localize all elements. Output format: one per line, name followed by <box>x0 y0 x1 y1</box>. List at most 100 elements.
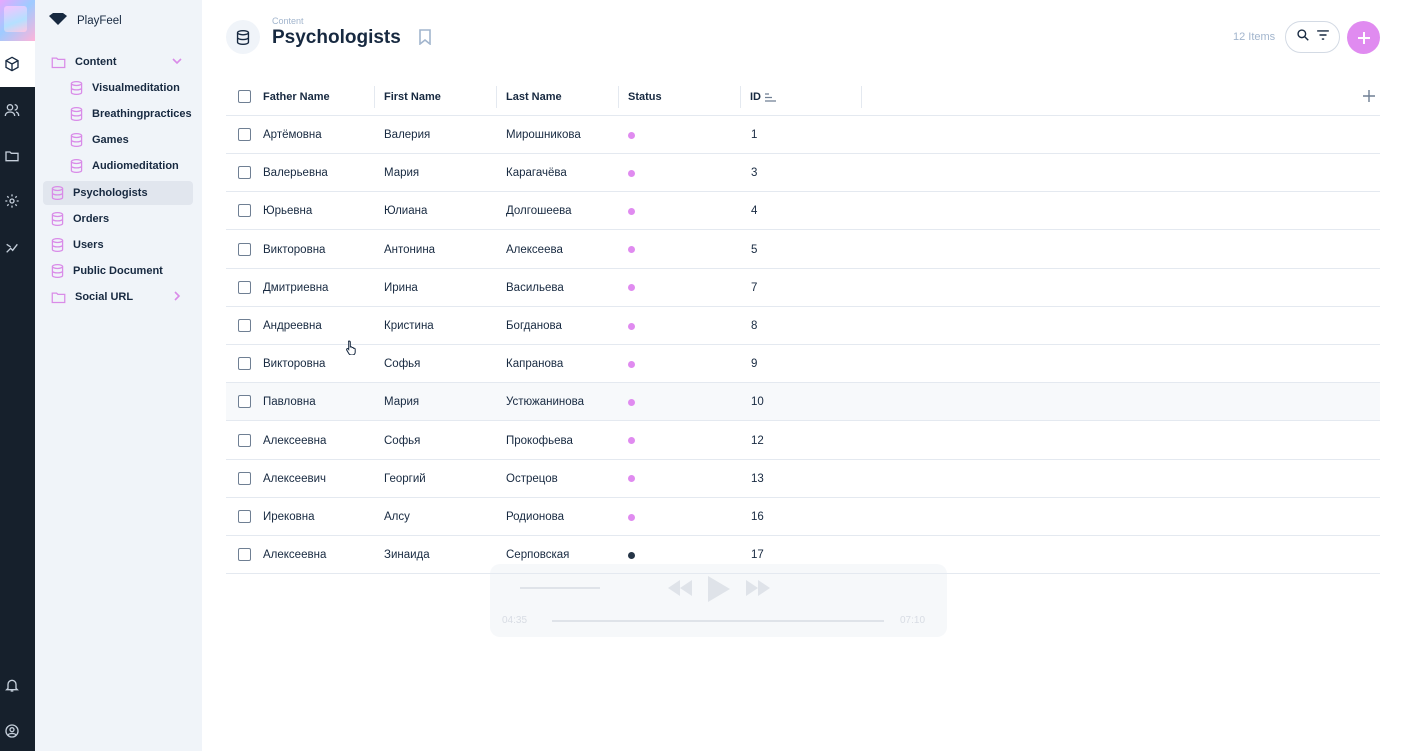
column-divider[interactable] <box>750 86 862 108</box>
column-divider[interactable] <box>506 86 619 108</box>
cell-father-name: Алексеевна <box>263 434 327 447</box>
status-dot-icon <box>628 513 635 521</box>
table-row[interactable]: Валерьевна Мария Карагачёва 3 <box>226 154 1380 193</box>
cell-first-name: Антонина <box>384 243 436 256</box>
media-progress-bar[interactable] <box>552 620 884 622</box>
search-icon[interactable] <box>1296 28 1310 47</box>
fast-forward-icon[interactable] <box>746 580 770 596</box>
cell-status <box>628 307 635 345</box>
search-filter-pill[interactable] <box>1285 21 1340 53</box>
rewind-icon[interactable] <box>668 580 692 596</box>
row-checkbox[interactable] <box>238 433 251 447</box>
nav-item-label: Games <box>92 134 129 146</box>
row-checkbox[interactable] <box>238 471 251 485</box>
play-icon[interactable] <box>708 576 730 602</box>
cell-first-name: Софья <box>384 358 421 371</box>
folder-icon <box>51 292 66 303</box>
table-row[interactable]: Павловна Мария Устюжанинова 10 <box>226 383 1380 422</box>
project-brand[interactable]: PlayFeel <box>35 0 202 41</box>
account-circle-icon[interactable] <box>3 722 21 740</box>
media-elapsed-time: 04:35 <box>502 615 528 626</box>
content-cube-icon[interactable] <box>3 55 21 73</box>
column-divider[interactable] <box>384 86 497 108</box>
status-dot-icon <box>628 131 635 139</box>
nav-item-label: Content <box>75 56 117 68</box>
nav-item-social-url[interactable]: Social URL <box>43 285 193 309</box>
cell-id: 16 <box>751 511 764 523</box>
create-item-button[interactable] <box>1347 21 1380 54</box>
cell-id: 9 <box>751 358 758 371</box>
insights-icon[interactable] <box>3 238 21 256</box>
row-checkbox[interactable] <box>238 280 251 294</box>
row-checkbox[interactable] <box>238 319 251 332</box>
column-divider[interactable] <box>263 86 375 108</box>
table-row[interactable]: Викторовна Софья Капранова 9 <box>226 345 1380 384</box>
table-row[interactable]: Артёмовна Валерия Мирошникова 1 <box>226 116 1380 154</box>
nav-item-games[interactable]: Games <box>62 128 193 152</box>
cell-father-name: Андреевна <box>263 320 322 332</box>
table-row[interactable]: Андреевна Кристина Богданова 8 <box>226 307 1380 345</box>
volume-slider[interactable] <box>520 587 600 589</box>
cell-last-name: Родионова <box>506 511 564 523</box>
cell-status <box>628 422 635 460</box>
cell-father-name: Валерьевна <box>263 167 328 180</box>
cell-father-name: Павловна <box>263 396 316 409</box>
cell-first-name: Ирина <box>384 281 418 294</box>
breadcrumb[interactable]: Content <box>272 16 304 26</box>
project-logo[interactable] <box>0 0 35 41</box>
chevron-right-icon[interactable] <box>171 290 183 302</box>
database-icon <box>70 133 83 147</box>
filter-icon[interactable] <box>1316 28 1330 46</box>
cell-father-name: Ирековна <box>263 511 315 523</box>
row-checkbox[interactable] <box>238 242 251 256</box>
nav-item-psychologists[interactable]: Psychologists <box>43 181 193 205</box>
bell-icon[interactable] <box>3 676 21 694</box>
add-field-icon[interactable] <box>1362 89 1376 108</box>
cell-last-name: Карагачёва <box>506 167 567 180</box>
folder-icon[interactable] <box>3 147 21 165</box>
table-row[interactable]: Викторовна Антонина Алексеева 5 <box>226 231 1380 269</box>
nav-item-users[interactable]: Users <box>43 233 193 257</box>
cell-status <box>628 460 635 498</box>
chevron-down-icon[interactable] <box>171 55 183 67</box>
cell-status <box>628 498 635 536</box>
cell-first-name: Георгий <box>384 472 426 485</box>
cell-last-name: Устюжанинова <box>506 396 585 409</box>
nav-item-breathingpractices[interactable]: Breathingpractices <box>62 102 193 126</box>
cell-status <box>628 269 635 307</box>
row-checkbox[interactable] <box>238 204 251 218</box>
row-checkbox[interactable] <box>238 548 251 562</box>
nav-item-orders[interactable]: Orders <box>43 207 193 231</box>
cell-father-name: Артёмовна <box>263 129 322 141</box>
database-icon <box>51 238 64 252</box>
cell-last-name: Мирошникова <box>506 129 581 141</box>
row-checkbox[interactable] <box>238 166 251 180</box>
users-icon[interactable] <box>3 101 21 119</box>
media-remaining-time: 07:10 <box>900 615 926 626</box>
status-dot-icon <box>628 207 635 215</box>
cell-first-name: Зинаида <box>384 549 430 562</box>
bookmark-icon[interactable] <box>418 29 432 50</box>
row-checkbox[interactable] <box>238 395 251 409</box>
cell-first-name: Мария <box>384 396 420 409</box>
row-checkbox[interactable] <box>238 510 251 523</box>
nav-item-visualmeditation[interactable]: Visualmeditation <box>62 76 193 100</box>
cell-father-name: Алексеевна <box>263 549 327 562</box>
nav-item-audiomeditation[interactable]: Audiomeditation <box>62 154 193 178</box>
nav-item-content[interactable]: Content <box>43 50 193 74</box>
database-icon <box>51 186 64 200</box>
table-row[interactable]: Алексеевна Софья Прокофьева 12 <box>226 422 1380 460</box>
table-row[interactable]: Дмитриевна Ирина Васильева 7 <box>226 269 1380 307</box>
cell-id: 10 <box>751 396 764 409</box>
table-row[interactable]: Ирековна Алсу Родионова 16 <box>226 498 1380 536</box>
nav-item-public-document[interactable]: Public Document <box>43 259 193 283</box>
cell-status <box>628 345 635 383</box>
row-checkbox[interactable] <box>238 357 251 371</box>
table-row[interactable]: Алексеевич Георгий Острецов 13 <box>226 460 1380 498</box>
nav-item-label: Orders <box>73 213 110 225</box>
select-all-checkbox[interactable] <box>238 90 251 103</box>
row-checkbox[interactable] <box>238 128 251 141</box>
table-row[interactable]: Юрьевна Юлиана Долгошеева 4 <box>226 192 1380 231</box>
column-divider[interactable] <box>628 86 741 108</box>
settings-gear-icon[interactable] <box>3 192 21 210</box>
